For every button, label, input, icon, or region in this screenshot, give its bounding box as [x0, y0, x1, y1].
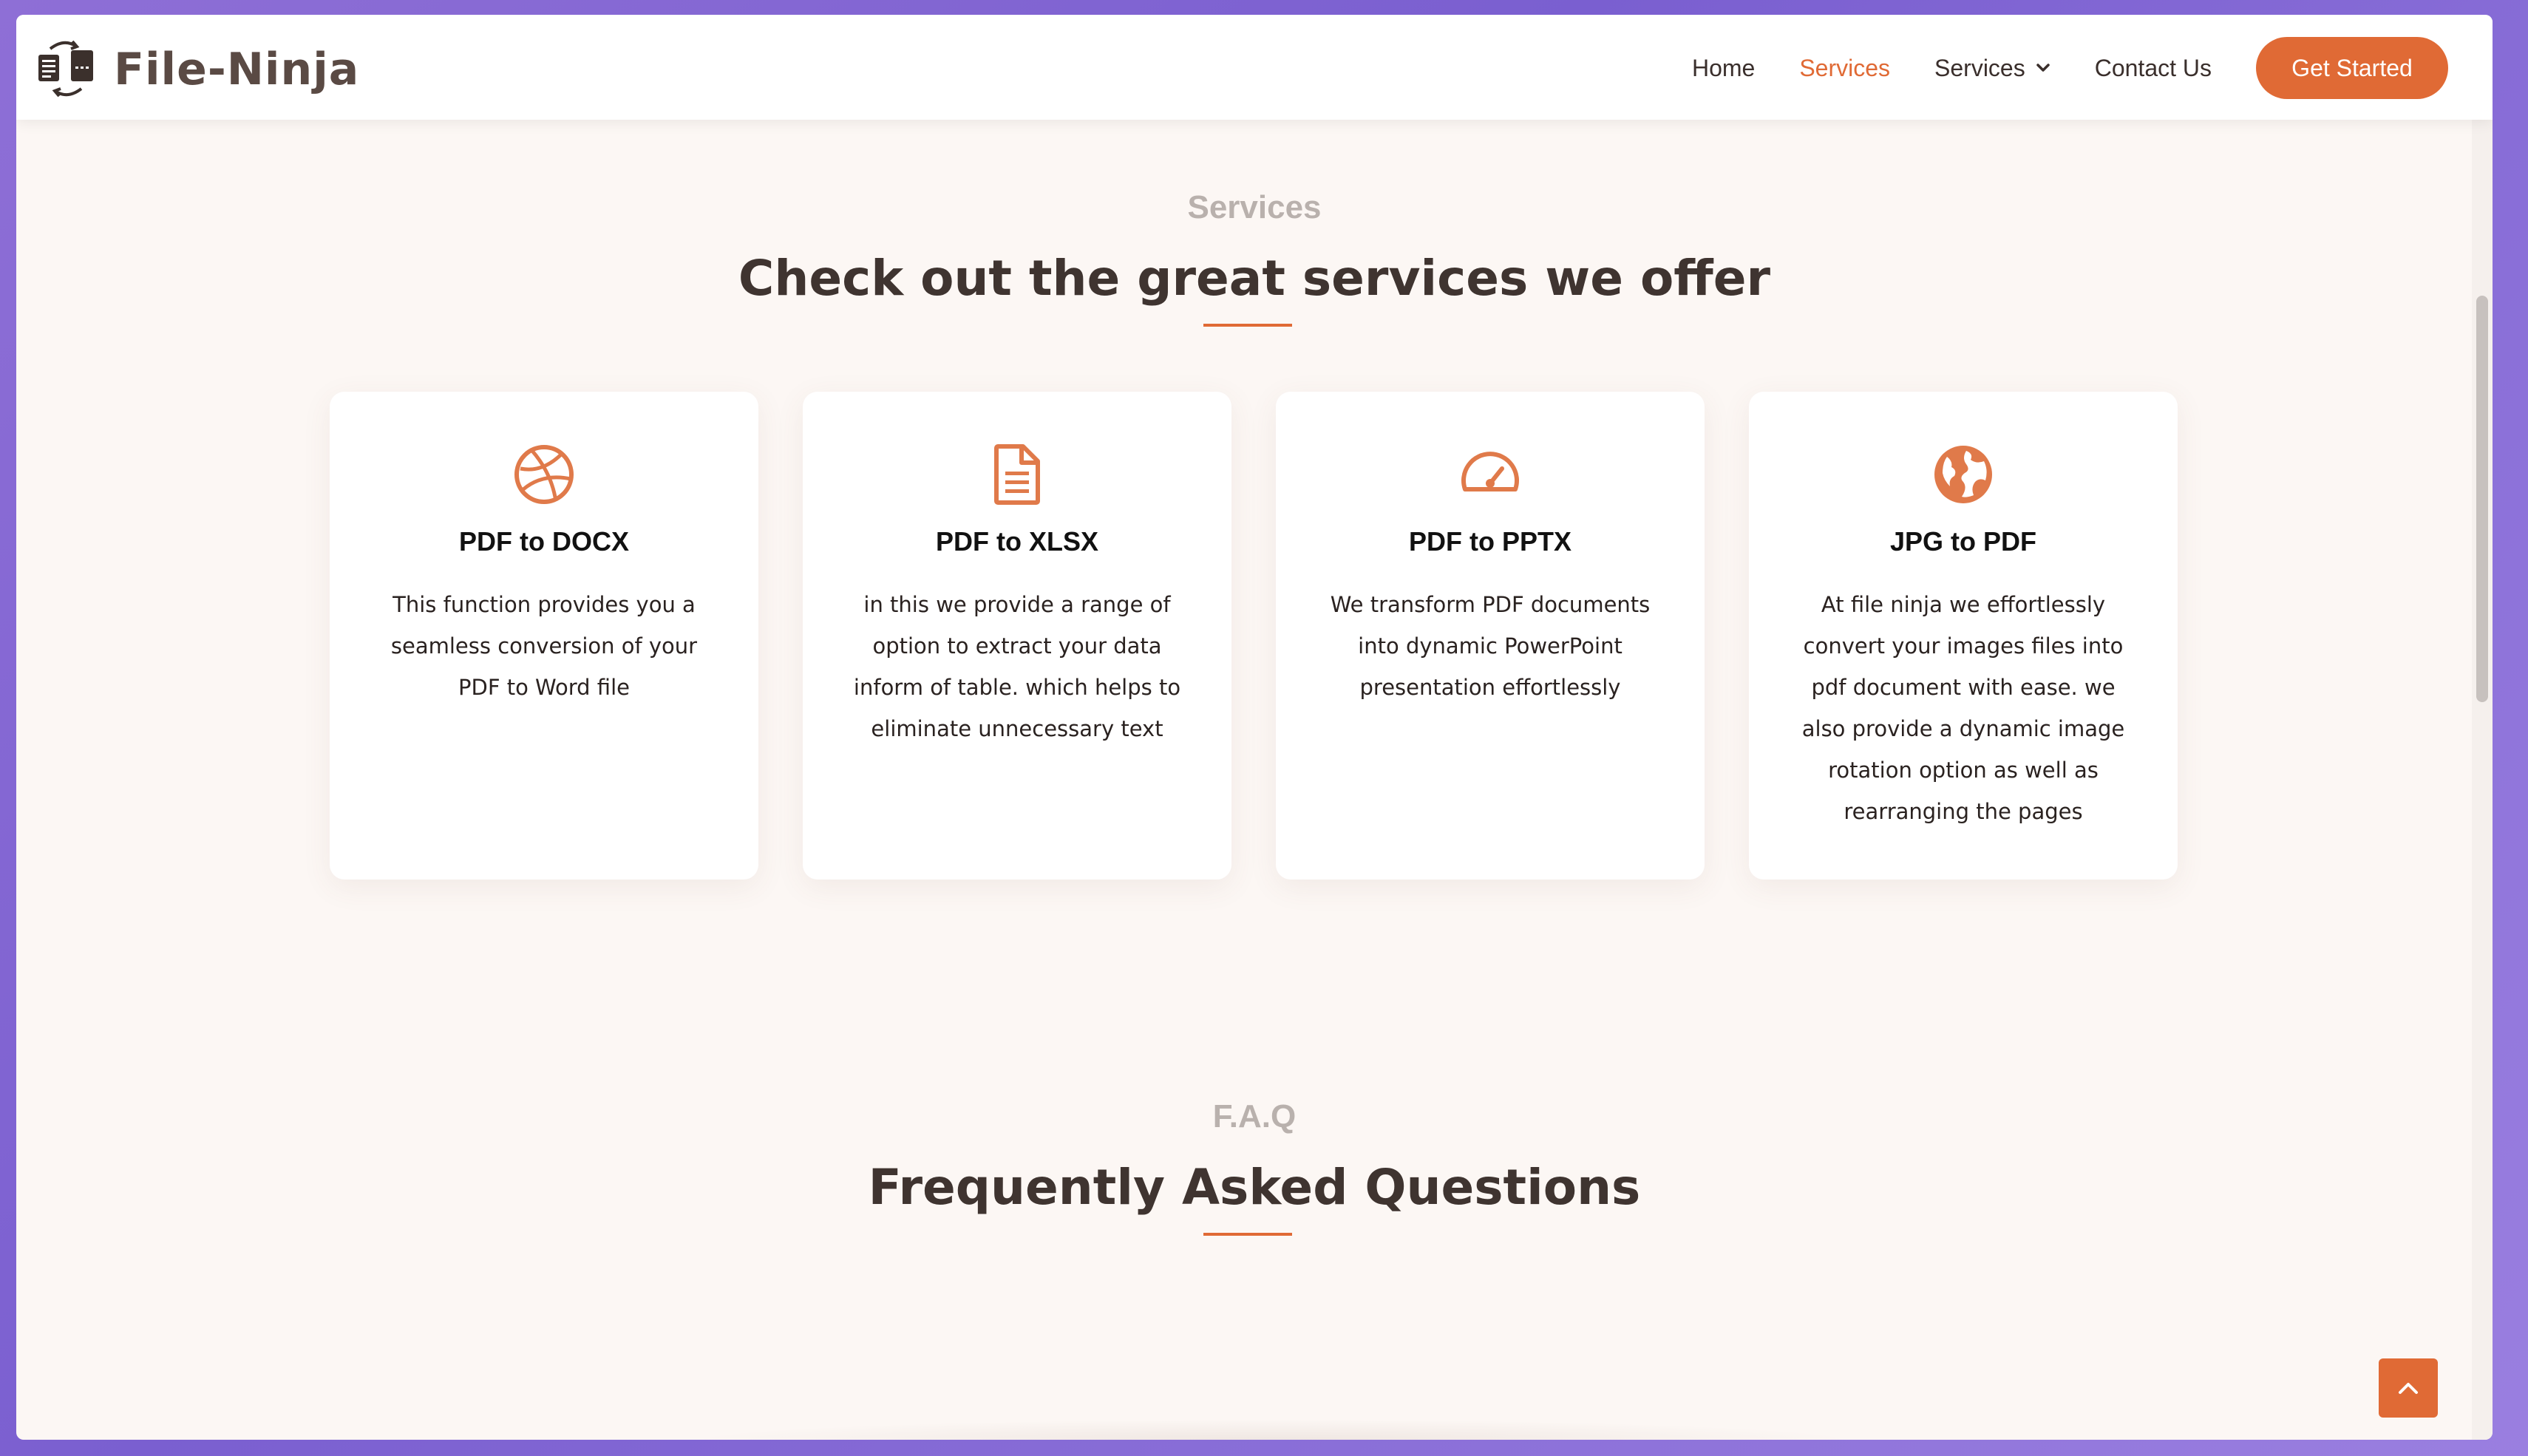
card-description: This function provides you a seamless co… — [390, 592, 698, 700]
scrollbar-track[interactable] — [2472, 15, 2493, 1440]
chevron-up-icon — [2399, 1383, 2418, 1394]
main-nav: Home Services Services Contact Us Get St… — [1648, 37, 2448, 99]
get-started-button[interactable]: Get Started — [2256, 37, 2448, 99]
faq-title: Frequently Asked Questions — [868, 1159, 1641, 1216]
faq-eyebrow: F.A.Q — [1212, 1098, 1297, 1134]
file-conversion-logo-icon — [38, 40, 93, 98]
nav-services-dropdown-label: Services — [1934, 54, 2025, 81]
service-card-pdf-to-pptx[interactable]: PDF to PPTX We transform PDF documents i… — [1276, 392, 1705, 880]
card-description: We transform PDF documents into dynamic … — [1330, 592, 1651, 700]
speedometer-icon — [1461, 452, 1519, 491]
scrollbar-thumb[interactable] — [2476, 296, 2488, 702]
site-logo[interactable]: File-Ninja — [34, 37, 359, 102]
services-eyebrow: Services — [1187, 189, 1322, 225]
chevron-down-icon — [2036, 64, 2050, 72]
card-title: JPG to PDF — [1889, 526, 2037, 557]
card-title: PDF to XLSX — [935, 526, 1098, 557]
card-title: PDF to DOCX — [459, 526, 629, 557]
faq-divider — [1203, 1233, 1292, 1236]
brand-name: File-Ninja — [114, 44, 360, 95]
service-card-jpg-to-pdf[interactable]: JPG to PDF At file ninja we effortlessly… — [1749, 392, 2178, 880]
browser-window: File-Ninja Home Services Services Contac… — [16, 15, 2493, 1440]
globe-icon — [1934, 446, 1992, 503]
back-to-top-button[interactable] — [2379, 1358, 2438, 1418]
service-card-pdf-to-docx[interactable]: PDF to DOCX This function provides you a… — [330, 392, 758, 880]
services-title: Check out the great services we offer — [738, 250, 1771, 307]
card-title: PDF to PPTX — [1408, 526, 1571, 557]
dribbble-icon — [514, 445, 574, 504]
services-cards: PDF to DOCX This function provides you a… — [330, 392, 2178, 880]
nav-services-dropdown[interactable]: Services — [1934, 55, 2050, 82]
nav-services[interactable]: Services — [1799, 55, 1890, 82]
nav-home[interactable]: Home — [1692, 55, 1755, 82]
document-icon — [994, 444, 1040, 505]
service-card-pdf-to-xlsx[interactable]: PDF to XLSX in this we provide a range o… — [803, 392, 1231, 880]
card-description: At file ninja we effortlessly convert yo… — [1801, 592, 2125, 824]
card-description: in this we provide a range of option to … — [853, 592, 1181, 741]
services-divider — [1203, 324, 1292, 327]
site-header: File-Ninja Home Services Services Contac… — [16, 15, 2493, 120]
nav-contact-us[interactable]: Contact Us — [2095, 55, 2212, 82]
faq-content-shadow — [682, 1419, 1864, 1440]
